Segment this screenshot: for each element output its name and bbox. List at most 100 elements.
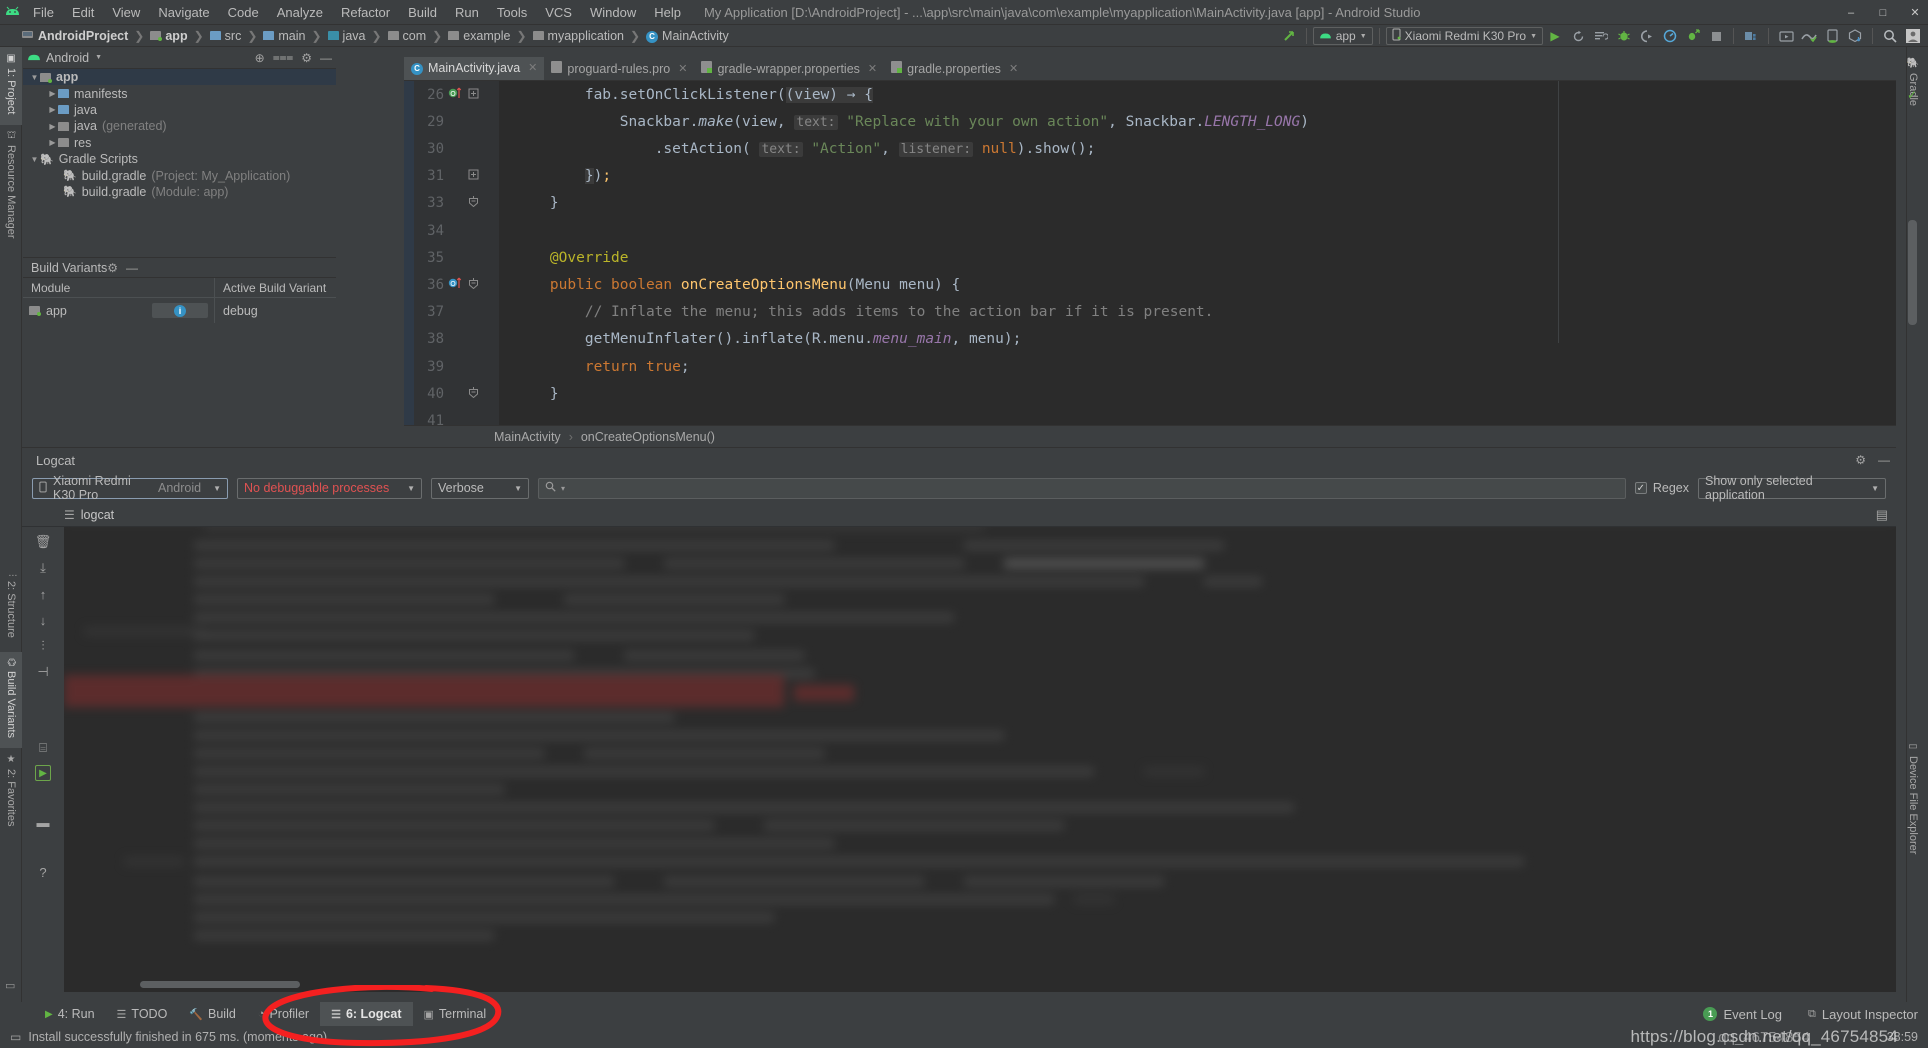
tree-item-build-gradle-project[interactable]: 🐘 build.gradle (Project: My_Application)	[23, 167, 336, 183]
menu-run[interactable]: Run	[446, 0, 488, 25]
breadcrumb-src[interactable]: src	[209, 29, 241, 43]
maximize-icon[interactable]: □	[1876, 7, 1890, 19]
breadcrumb-myapplication[interactable]: myapplication	[532, 29, 624, 43]
tab-mainactivity-java[interactable]: C MainActivity.java ✕	[404, 57, 545, 80]
close-icon[interactable]: ✕	[1908, 6, 1922, 19]
sidebar-item-gradle[interactable]: 🐘 Gradle	[1907, 51, 1919, 123]
stop-icon[interactable]	[1705, 26, 1727, 46]
bottom-tab-run[interactable]: ▶ 4: Run	[34, 1002, 106, 1026]
logcat-level-selector[interactable]: Verbose ▼	[431, 477, 529, 499]
code-line[interactable]: 38 getMenuInflater().inflate(R.menu.menu…	[404, 326, 1896, 353]
breadcrumb-main[interactable]: main	[263, 29, 305, 43]
tree-item-java[interactable]: ▶ java	[23, 102, 336, 118]
menu-refactor[interactable]: Refactor	[332, 0, 399, 25]
chevron-down-icon[interactable]: ▼	[29, 73, 40, 82]
tree-item-manifests[interactable]: ▶ manifests	[23, 85, 336, 101]
inspection-ok-icon[interactable]: ✓	[1907, 88, 1917, 102]
logcat-process-selector[interactable]: No debuggable processes ▼	[237, 477, 422, 499]
project-view-selector-label[interactable]: Android	[46, 51, 89, 65]
menu-analyze[interactable]: Analyze	[268, 0, 332, 25]
screen-capture-icon[interactable]: ⌸	[32, 739, 54, 757]
avd-manager-icon[interactable]	[1775, 26, 1797, 46]
code-line[interactable]: 40 }	[404, 380, 1896, 407]
layout-inspector-icon[interactable]	[1821, 26, 1843, 46]
menu-file[interactable]: File	[24, 0, 63, 25]
bottom-tab-profiler[interactable]: ◔ Profiler	[247, 1002, 320, 1026]
editor-scrollbar[interactable]	[1908, 220, 1917, 325]
logcat-scope-selector[interactable]: Show only selected application ▼	[1698, 474, 1886, 502]
logcat-horizontal-scrollbar[interactable]	[140, 981, 300, 988]
screen-record-icon[interactable]: ▶	[35, 765, 51, 781]
hide-icon[interactable]: —	[126, 261, 138, 275]
settings-icon[interactable]: ⚙	[301, 51, 312, 65]
up-icon[interactable]: ↑	[32, 585, 54, 603]
print-icon[interactable]: ⫶	[32, 637, 54, 655]
tree-item-java-generated[interactable]: ▶ java (generated)	[23, 118, 336, 134]
tab-gradle-wrapper-properties[interactable]: gradle-wrapper.properties ✕	[694, 57, 884, 80]
code-line[interactable]: 39 return true;	[404, 353, 1896, 380]
caret-position[interactable]: 38:59	[1887, 1030, 1918, 1044]
bottom-tab-event-log[interactable]: 1 Event Log	[1703, 1007, 1782, 1022]
sidebar-item-project[interactable]: ▣ 1: Project	[0, 47, 22, 125]
sidebar-item-build-variants[interactable]: ⌬ Build Variants	[0, 652, 22, 748]
chevron-right-icon[interactable]: ▶	[47, 138, 58, 147]
device-selector[interactable]: Xiaomi Redmi K30 Pro ▼	[1385, 27, 1543, 45]
device-manager-icon[interactable]	[1798, 26, 1820, 46]
tree-item-res[interactable]: ▶ res	[23, 135, 336, 151]
settings-icon[interactable]: ⚙	[107, 261, 118, 275]
override-marker-icon[interactable]: O	[448, 85, 464, 105]
hide-icon[interactable]: —	[1878, 453, 1890, 467]
fold-expand-icon[interactable]	[468, 169, 479, 183]
breadcrumb-com[interactable]: com	[387, 29, 426, 43]
logcat-device-selector[interactable]: Xiaomi Redmi K30 Pro Android ▼	[32, 474, 228, 502]
code-line[interactable]: 33 }	[404, 190, 1896, 217]
close-icon[interactable]: ✕	[868, 62, 877, 75]
bottom-tab-layout-inspector[interactable]: ⧉ Layout Inspector	[1808, 1007, 1918, 1022]
breadcrumb-app[interactable]: app	[150, 29, 188, 43]
profile-icon[interactable]	[1844, 26, 1866, 46]
gradle-sync-icon[interactable]	[1278, 26, 1300, 46]
terminal-strip-icon[interactable]: ▭	[5, 979, 15, 992]
collapse-all-icon[interactable]: ⩶	[273, 50, 294, 65]
attach-debugger-icon[interactable]	[1636, 26, 1658, 46]
project-tree[interactable]: ▼ app ▶ manifests ▶ java ▶ java (generat…	[23, 69, 336, 257]
column-header-active-build-variant[interactable]: Active Build Variant	[215, 278, 336, 297]
chevron-right-icon[interactable]: ▶	[47, 89, 58, 98]
menu-build[interactable]: Build	[399, 0, 446, 25]
avatar-icon[interactable]	[1902, 26, 1924, 46]
down-icon[interactable]: ↓	[32, 611, 54, 629]
soft-wrap-icon[interactable]: ▤	[1876, 507, 1888, 523]
code-editor[interactable]: 26 O fab.setOnClickListener((view) → {29 …	[404, 81, 1896, 425]
debug-icon[interactable]	[1613, 26, 1635, 46]
sdk-manager-icon[interactable]	[1740, 26, 1762, 46]
search-everywhere-icon[interactable]	[1879, 26, 1901, 46]
terminal-blank-icon[interactable]: ▬	[32, 813, 54, 831]
breadcrumb-mainactivity[interactable]: C MainActivity	[646, 28, 729, 43]
bottom-tab-todo[interactable]: ☰ TODO	[106, 1002, 179, 1026]
menu-tools[interactable]: Tools	[488, 0, 536, 25]
bottom-tab-terminal[interactable]: ▣ Terminal	[413, 1002, 498, 1026]
logcat-regex-checkbox[interactable]: ✓ Regex	[1634, 481, 1689, 495]
hide-icon[interactable]: —	[320, 51, 332, 65]
close-icon[interactable]: ✕	[1009, 62, 1018, 75]
column-header-module[interactable]: Module	[23, 278, 215, 297]
logcat-search-input[interactable]: ▾	[538, 477, 1626, 499]
close-icon[interactable]: ✕	[678, 62, 687, 75]
help-icon[interactable]: ?	[32, 863, 54, 881]
breadcrumb-java[interactable]: java	[327, 29, 365, 43]
tree-item-gradle-scripts[interactable]: ▼ 🐘 Gradle Scripts	[23, 151, 336, 167]
sidebar-item-structure[interactable]: ⫶ 2: Structure	[0, 568, 22, 652]
apply-changes-icon[interactable]	[1590, 26, 1612, 46]
settings-icon[interactable]: ⚙	[1855, 453, 1866, 467]
code-line[interactable]: 37 // Inflate the menu; this adds items …	[404, 299, 1896, 326]
menu-edit[interactable]: Edit	[63, 0, 103, 25]
code-line[interactable]: 41	[404, 407, 1896, 425]
code-line[interactable]: 31 });	[404, 163, 1896, 190]
fold-collapse-icon[interactable]	[468, 277, 479, 292]
implements-marker-icon[interactable]: O	[448, 275, 464, 295]
code-line[interactable]: 30 .setAction( text: "Action", listener:…	[404, 135, 1896, 162]
menu-help[interactable]: Help	[645, 0, 690, 25]
logcat-filter-field[interactable]	[570, 481, 1619, 495]
menu-navigate[interactable]: Navigate	[149, 0, 218, 25]
logcat-output[interactable]	[64, 527, 1896, 992]
